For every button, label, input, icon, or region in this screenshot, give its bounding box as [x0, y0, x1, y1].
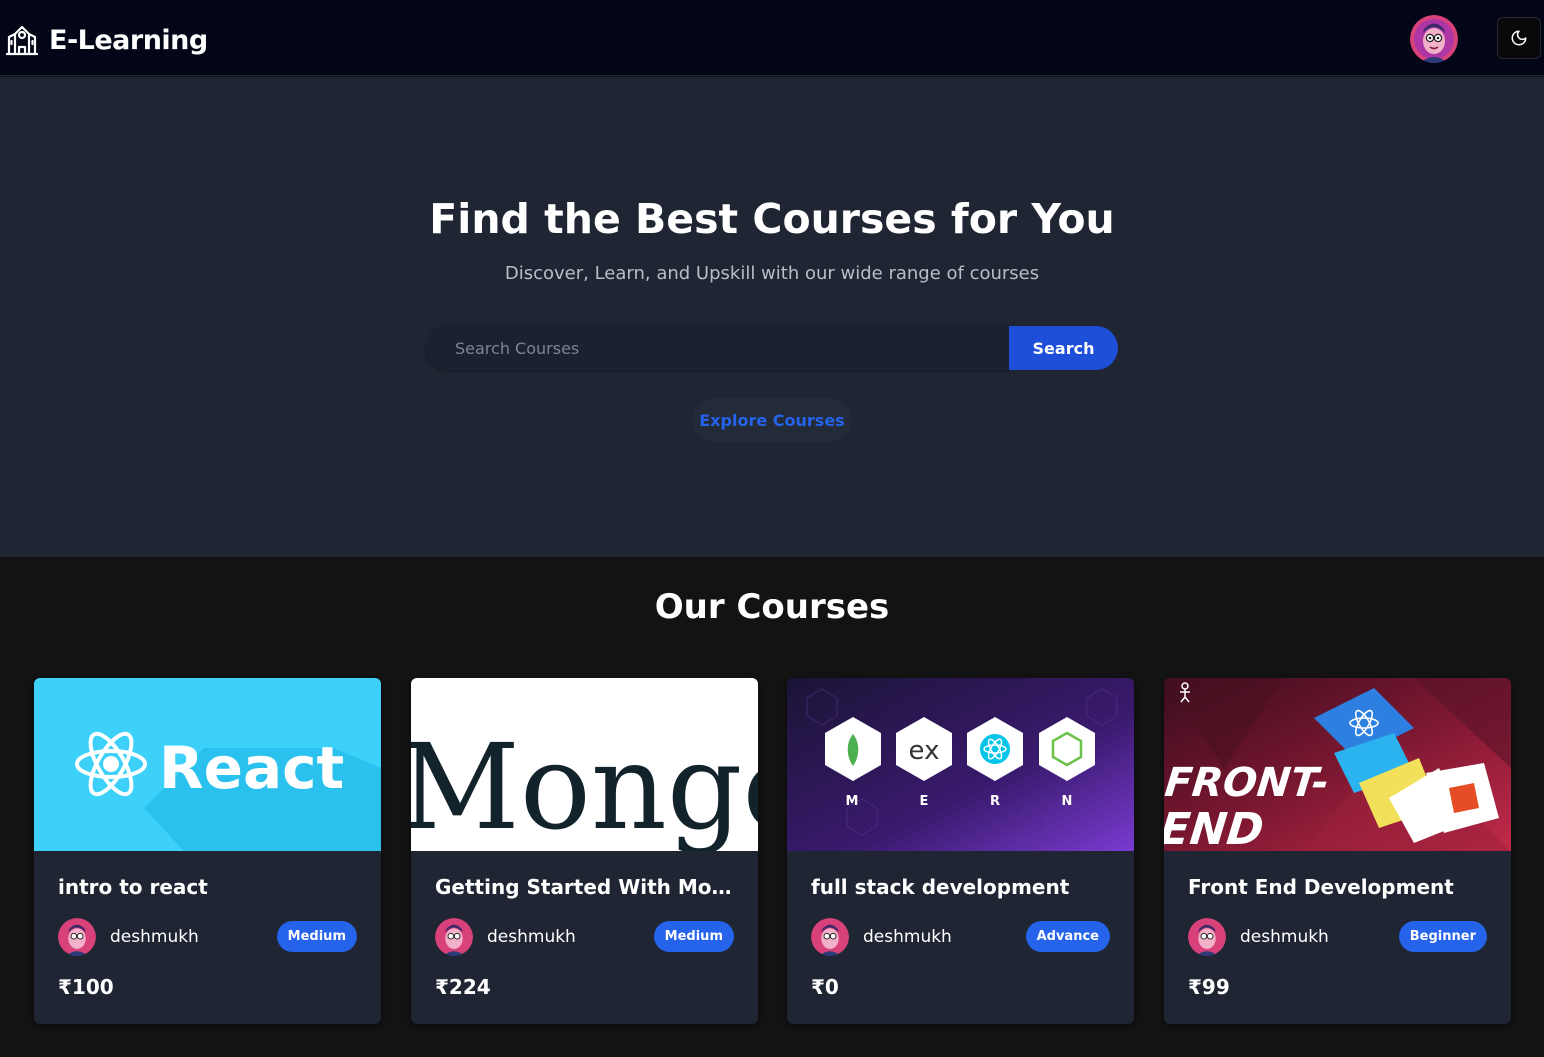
hero-section: Find the Best Courses for You Discover, … [0, 77, 1544, 557]
course-thumbnail-react: React [34, 678, 381, 851]
author-avatar [58, 918, 96, 956]
course-title[interactable]: Getting Started With Mong... [435, 875, 740, 899]
svg-text:React: React [159, 734, 344, 802]
search-button[interactable]: Search [1009, 326, 1118, 370]
course-thumbnail-mern: ex M E R N [787, 678, 1134, 851]
author-avatar [435, 918, 473, 956]
search-bar: Search [426, 326, 1118, 370]
courses-heading: Our Courses [654, 587, 890, 627]
course-price: ₹224 [435, 975, 491, 999]
author-avatar [811, 918, 849, 956]
level-badge: Medium [653, 921, 734, 952]
course-thumbnail-frontend: FRONT- END [1164, 678, 1511, 851]
course-card[interactable]: ex M E R N full stack development deshmu… [787, 678, 1134, 1024]
svg-text:Mongo: Mongo [411, 718, 758, 851]
explore-courses-button[interactable]: Explore Courses [692, 398, 852, 442]
course-price: ₹100 [58, 975, 114, 999]
course-card[interactable]: Mongo Getting Started With Mong... deshm… [411, 678, 758, 1024]
course-thumbnail-mongodb: Mongo [411, 678, 758, 851]
level-badge: Medium [276, 921, 357, 952]
svg-text:E: E [920, 794, 929, 809]
svg-text:ex: ex [909, 736, 940, 766]
svg-text:FRONT-: FRONT- [1164, 760, 1331, 806]
svg-text:N: N [1062, 794, 1073, 809]
course-author: deshmukh [1240, 927, 1329, 947]
course-author: deshmukh [487, 927, 576, 947]
course-card[interactable]: React intro to react deshmukh Medium ₹10… [34, 678, 381, 1024]
user-avatar[interactable] [1410, 15, 1458, 63]
level-badge: Advance [1025, 921, 1110, 952]
search-input[interactable] [426, 326, 1009, 370]
school-icon [5, 25, 39, 56]
moon-icon [1511, 30, 1527, 46]
hero-subtitle: Discover, Learn, and Upskill with our wi… [504, 263, 1040, 284]
brand-name: E-Learning [49, 24, 208, 56]
author-avatar [1188, 918, 1226, 956]
hero-title: Find the Best Courses for You [429, 195, 1115, 243]
course-title[interactable]: full stack development [811, 875, 1116, 899]
course-price: ₹0 [811, 975, 839, 999]
course-price: ₹99 [1188, 975, 1230, 999]
svg-text:M: M [846, 794, 859, 809]
theme-toggle-button[interactable] [1497, 17, 1541, 59]
course-title[interactable]: intro to react [58, 875, 363, 899]
navbar: E-Learning [0, 0, 1544, 76]
course-title[interactable]: Front End Development [1188, 875, 1493, 899]
svg-text:END: END [1164, 804, 1266, 851]
course-author: deshmukh [863, 927, 952, 947]
course-author: deshmukh [110, 927, 199, 947]
brand-link[interactable]: E-Learning [5, 22, 208, 58]
level-badge: Beginner [1398, 921, 1487, 952]
svg-text:R: R [990, 794, 1000, 809]
course-card[interactable]: FRONT- END Front End Development deshmuk… [1164, 678, 1511, 1024]
